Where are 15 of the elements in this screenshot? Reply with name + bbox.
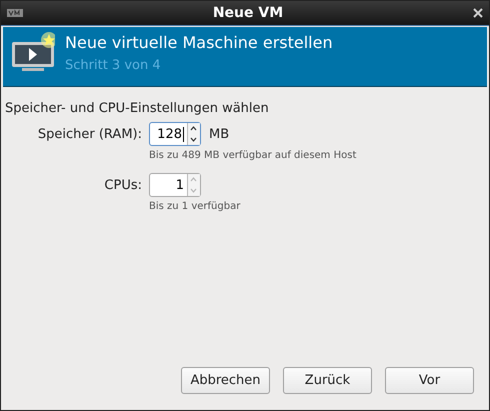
- window-title: Neue VM: [212, 5, 284, 21]
- dialog-button[interactable]: Abbrechen: [181, 367, 270, 394]
- dialog-button[interactable]: Zurück: [283, 367, 372, 394]
- step-indicator: Schritt 3 von 4: [65, 58, 162, 73]
- unit-label: MB: [209, 126, 230, 142]
- banner-title: Neue virtuelle Maschine erstellen: [65, 33, 333, 52]
- app-icon: [7, 8, 23, 18]
- field-label: CPUs:: [104, 178, 142, 192]
- hint-text: Bis zu 1 verfügbar: [149, 201, 242, 212]
- spin-field[interactable]: 128: [149, 122, 201, 146]
- section-title: Speicher- und CPU-Einstellungen wählen: [5, 101, 270, 116]
- field-label: Speicher (RAM):: [38, 126, 142, 142]
- hint-text: Bis zu 489 MB verfügbar auf diesem Host: [149, 150, 358, 161]
- close-icon[interactable]: [472, 8, 483, 18]
- dialog-button[interactable]: Vor: [385, 367, 474, 394]
